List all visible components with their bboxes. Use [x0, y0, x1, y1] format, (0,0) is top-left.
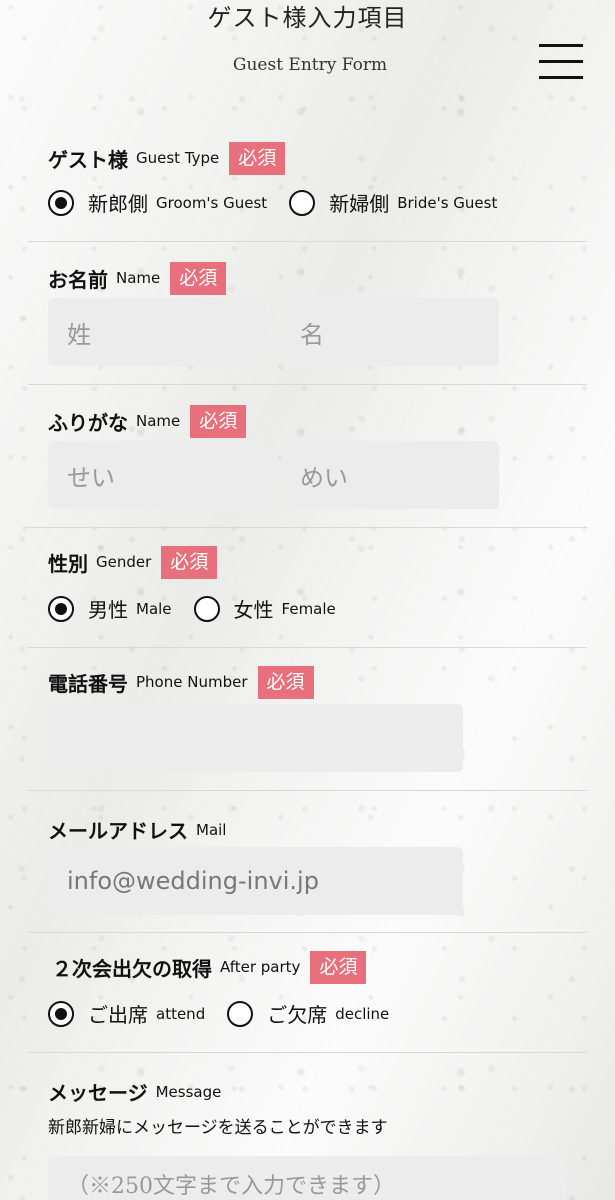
mail-field: メールアドレス Mail info@wedding-invi.jp — [28, 791, 587, 933]
bride-guest-label[interactable]: 新婦側 — [329, 188, 389, 217]
mail-label: メールアドレス — [48, 819, 188, 843]
decline-radio[interactable] — [227, 1000, 254, 1027]
guest-type-field: ゲスト様 Guest Type 必須 新郎側 Groom's Guest 新婦側… — [28, 120, 587, 242]
mail-label-en: Mail — [196, 820, 227, 839]
required-badge: 必須 — [190, 405, 247, 438]
last-name-kana-input[interactable]: せい — [48, 441, 266, 509]
menu-line — [539, 76, 583, 79]
furigana-label-en: Name — [136, 412, 181, 431]
furigana-field: ふりがな Name 必須 せい めい — [28, 385, 587, 528]
phone-label-en: Phone Number — [136, 673, 248, 692]
gender-label: 性別 — [48, 551, 88, 576]
male-radio[interactable] — [48, 595, 74, 622]
attend-label[interactable]: ご出席 — [88, 999, 148, 1028]
name-field: お名前 Name 必須 姓 名 — [28, 242, 587, 385]
required-badge: 必須 — [310, 951, 367, 984]
hamburger-menu-icon[interactable] — [539, 44, 583, 80]
required-badge: 必須 — [161, 546, 218, 579]
after-party-label-en: After party — [220, 958, 301, 977]
gender-field: 性別 Gender 必須 男性 Male 女性 Female — [28, 528, 587, 648]
name-label-en: Name — [116, 269, 161, 288]
menu-line — [539, 44, 583, 47]
groom-guest-label[interactable]: 新郎側 — [88, 188, 148, 217]
decline-label[interactable]: ご欠席 — [267, 999, 327, 1028]
bride-guest-label-en[interactable]: Bride's Guest — [397, 194, 497, 212]
email-input[interactable]: info@wedding-invi.jp — [48, 847, 463, 915]
required-badge: 必須 — [170, 262, 227, 295]
groom-guest-label-en[interactable]: Groom's Guest — [156, 194, 267, 212]
page-title: ゲスト様入力項目 — [207, 4, 408, 32]
phone-input[interactable] — [48, 704, 463, 772]
menu-line — [539, 60, 583, 63]
attend-label-en[interactable]: attend — [156, 1005, 205, 1023]
attend-radio[interactable] — [48, 1000, 74, 1027]
message-description: 新郎新婦にメッセージを送ることができます — [48, 1118, 388, 1138]
page-subtitle: Guest Entry Form — [232, 55, 388, 75]
first-name-kana-input[interactable]: めい — [281, 441, 499, 509]
groom-guest-radio[interactable] — [48, 189, 74, 216]
female-label-en[interactable]: Female — [282, 600, 336, 618]
name-label: お名前 — [48, 267, 108, 292]
message-label: メッセージ — [48, 1081, 148, 1105]
after-party-label: ２次会出欠の取得 — [52, 956, 212, 981]
male-label-en[interactable]: Male — [136, 600, 172, 618]
male-label[interactable]: 男性 — [88, 594, 128, 623]
female-label[interactable]: 女性 — [234, 594, 274, 623]
decline-label-en[interactable]: decline — [335, 1005, 389, 1023]
gender-label-en: Gender — [96, 553, 152, 572]
bride-guest-radio[interactable] — [289, 189, 316, 216]
after-party-field: ２次会出欠の取得 After party 必須 ご出席 attend ご欠席 d… — [28, 933, 587, 1053]
message-label-en: Message — [155, 1082, 222, 1101]
first-name-input[interactable]: 名 — [281, 298, 499, 366]
last-name-input[interactable]: 姓 — [48, 298, 266, 366]
required-badge: 必須 — [257, 666, 314, 699]
phone-field: 電話番号 Phone Number 必須 — [28, 648, 587, 791]
female-radio[interactable] — [193, 595, 220, 622]
message-textarea[interactable]: （※250文字まで入力できます） — [48, 1156, 566, 1200]
guest-type-label: ゲスト様 — [48, 147, 128, 172]
message-field: メッセージ Message 新郎新婦にメッセージを送ることができます （※250… — [28, 1053, 587, 1200]
guest-type-label-en: Guest Type — [136, 149, 220, 168]
furigana-label: ふりがな — [48, 410, 128, 435]
phone-label: 電話番号 — [48, 671, 128, 696]
required-badge: 必須 — [229, 142, 286, 175]
page-header: ゲスト様入力項目 Guest Entry Form — [0, 0, 615, 120]
